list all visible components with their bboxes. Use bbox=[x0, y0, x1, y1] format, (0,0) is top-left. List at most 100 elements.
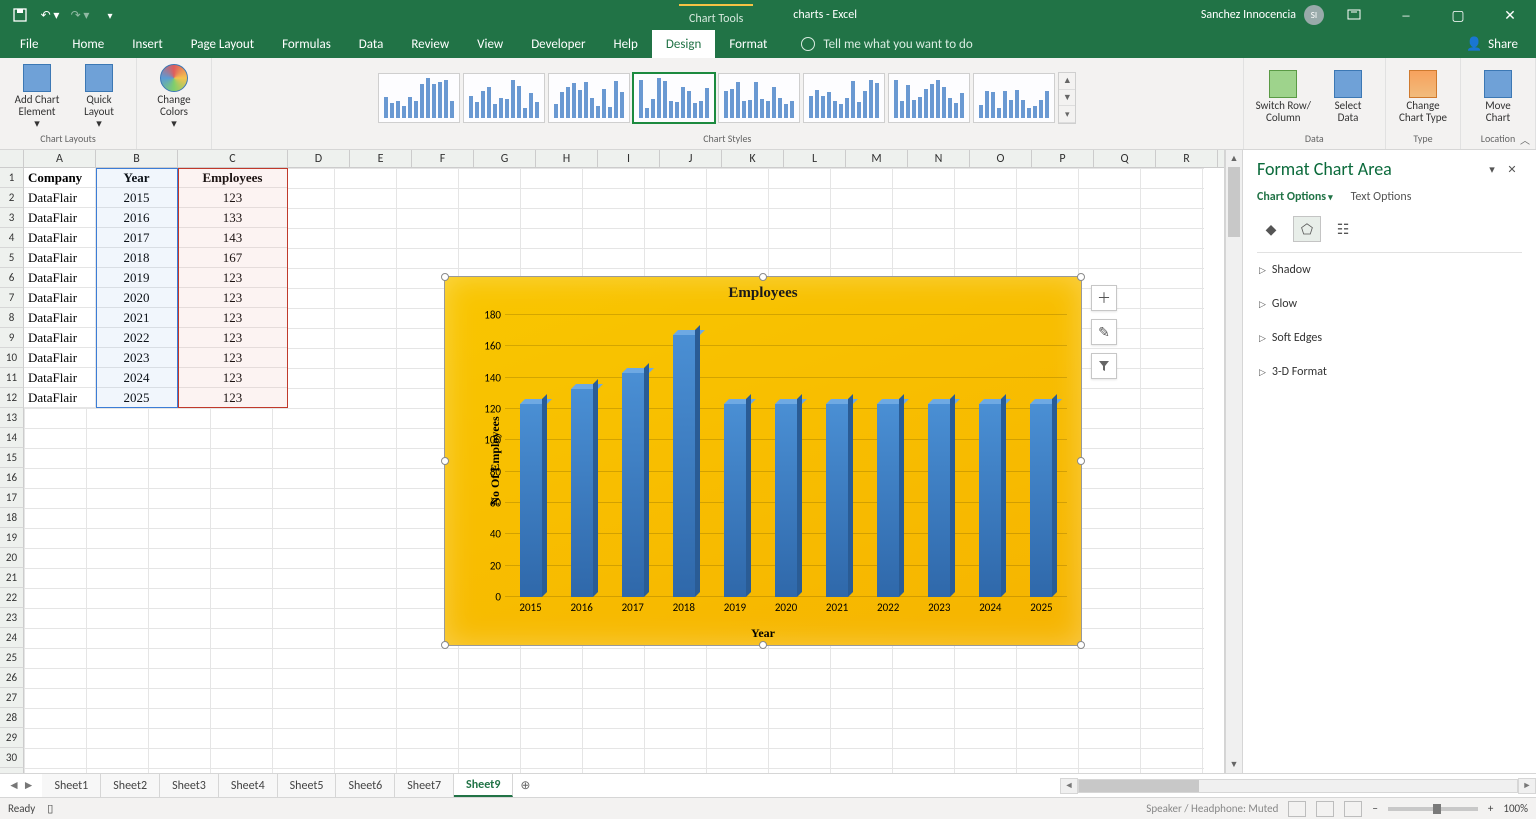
column-header[interactable]: M bbox=[846, 150, 908, 167]
chart-style-thumb[interactable] bbox=[888, 73, 970, 123]
pane-section[interactable]: Shadow bbox=[1257, 253, 1522, 287]
zoom-level[interactable]: 100% bbox=[1503, 802, 1528, 815]
column-header[interactable]: Q bbox=[1094, 150, 1156, 167]
chart-bar[interactable] bbox=[1030, 404, 1052, 597]
tab-developer[interactable]: Developer bbox=[517, 30, 599, 58]
cell-A4[interactable]: DataFlair bbox=[24, 228, 96, 248]
row-header[interactable]: 4 bbox=[0, 228, 24, 248]
chart-style-thumb[interactable] bbox=[718, 73, 800, 123]
row-header[interactable]: 6 bbox=[0, 268, 24, 288]
row-header[interactable]: 14 bbox=[0, 428, 24, 448]
sheet-tab[interactable]: Sheet2 bbox=[101, 774, 160, 797]
vertical-scrollbar[interactable]: ▲ ▼ bbox=[1225, 150, 1242, 773]
chart-bar[interactable] bbox=[877, 404, 899, 597]
tab-format[interactable]: Format bbox=[715, 30, 781, 58]
row-header[interactable]: 20 bbox=[0, 548, 24, 568]
pane-tab-text-options[interactable]: Text Options bbox=[1351, 190, 1412, 204]
tell-me-search[interactable]: Tell me what you want to do bbox=[781, 30, 972, 58]
chart-elements-button[interactable]: ＋ bbox=[1091, 285, 1117, 311]
column-header[interactable]: G bbox=[474, 150, 536, 167]
cell-B4[interactable]: 2017 bbox=[96, 228, 178, 248]
cell-C12[interactable]: 123 bbox=[178, 388, 288, 408]
cell-A1[interactable]: Company bbox=[24, 168, 96, 188]
row-header[interactable]: 13 bbox=[0, 408, 24, 428]
cell-A3[interactable]: DataFlair bbox=[24, 208, 96, 228]
size-properties-icon[interactable]: ☷ bbox=[1329, 216, 1357, 242]
resize-handle[interactable] bbox=[759, 641, 767, 649]
sheet-tab[interactable]: Sheet5 bbox=[278, 774, 337, 797]
cell-C6[interactable]: 123 bbox=[178, 268, 288, 288]
page-break-view-icon[interactable] bbox=[1344, 801, 1362, 817]
cell-C7[interactable]: 123 bbox=[178, 288, 288, 308]
resize-handle[interactable] bbox=[1077, 457, 1085, 465]
change-chart-type-button[interactable]: Change Chart Type bbox=[1396, 68, 1450, 126]
cell-C4[interactable]: 143 bbox=[178, 228, 288, 248]
scroll-thumb[interactable] bbox=[1228, 167, 1240, 237]
resize-handle[interactable] bbox=[441, 273, 449, 281]
chart-plot-area[interactable]: 0204060801001201401601802015201620172018… bbox=[505, 315, 1067, 597]
row-header[interactable]: 16 bbox=[0, 468, 24, 488]
row-header[interactable]: 8 bbox=[0, 308, 24, 328]
row-header[interactable]: 15 bbox=[0, 448, 24, 468]
cell-A5[interactable]: DataFlair bbox=[24, 248, 96, 268]
pane-tab-chart-options[interactable]: Chart Options bbox=[1257, 190, 1333, 204]
row-header[interactable]: 26 bbox=[0, 668, 24, 688]
zoom-slider[interactable] bbox=[1388, 807, 1478, 811]
embedded-chart[interactable]: Employees No Of Employees Year 020406080… bbox=[444, 276, 1082, 646]
page-layout-view-icon[interactable] bbox=[1316, 801, 1334, 817]
fill-line-icon[interactable]: ◆ bbox=[1257, 216, 1285, 242]
normal-view-icon[interactable] bbox=[1288, 801, 1306, 817]
column-header[interactable]: A bbox=[24, 150, 96, 167]
tab-design[interactable]: Design bbox=[652, 30, 715, 58]
chart-bar[interactable] bbox=[622, 373, 644, 597]
row-header[interactable]: 3 bbox=[0, 208, 24, 228]
cell-C3[interactable]: 133 bbox=[178, 208, 288, 228]
column-header[interactable]: B bbox=[96, 150, 178, 167]
cell-A11[interactable]: DataFlair bbox=[24, 368, 96, 388]
chart-style-thumb[interactable] bbox=[973, 73, 1055, 123]
tab-view[interactable]: View bbox=[463, 30, 517, 58]
row-header[interactable]: 22 bbox=[0, 588, 24, 608]
add-chart-element-button[interactable]: Add Chart Element ▾ bbox=[10, 62, 64, 132]
resize-handle[interactable] bbox=[441, 641, 449, 649]
column-header[interactable]: K bbox=[722, 150, 784, 167]
cell-B11[interactable]: 2024 bbox=[96, 368, 178, 388]
column-header[interactable]: D bbox=[288, 150, 350, 167]
redo-icon[interactable]: ↷ ▾ bbox=[66, 3, 94, 27]
pane-close-icon[interactable]: ✕ bbox=[1502, 159, 1522, 179]
cell-B3[interactable]: 2016 bbox=[96, 208, 178, 228]
row-header[interactable]: 23 bbox=[0, 608, 24, 628]
cell-A8[interactable]: DataFlair bbox=[24, 308, 96, 328]
cell-B2[interactable]: 2015 bbox=[96, 188, 178, 208]
row-header[interactable]: 9 bbox=[0, 328, 24, 348]
switch-row-column-button[interactable]: Switch Row/ Column bbox=[1254, 68, 1313, 126]
collapse-ribbon-icon[interactable]: ︿ bbox=[1520, 132, 1530, 147]
chart-style-thumb[interactable] bbox=[463, 73, 545, 123]
resize-handle[interactable] bbox=[759, 273, 767, 281]
gallery-scroll[interactable]: ▲▼▾ bbox=[1058, 72, 1076, 124]
sheet-tab[interactable]: Sheet1 bbox=[42, 774, 101, 797]
row-header[interactable]: 24 bbox=[0, 628, 24, 648]
tab-file[interactable]: File bbox=[0, 30, 58, 58]
chart-bar[interactable] bbox=[571, 389, 593, 597]
share-button[interactable]: 👤 Share bbox=[1448, 30, 1536, 58]
minimize-button[interactable]: ─ bbox=[1384, 1, 1428, 29]
horizontal-scrollbar[interactable] bbox=[1078, 779, 1518, 793]
cell-A2[interactable]: DataFlair bbox=[24, 188, 96, 208]
resize-handle[interactable] bbox=[1077, 273, 1085, 281]
select-all-corner[interactable] bbox=[0, 150, 24, 167]
cell-A10[interactable]: DataFlair bbox=[24, 348, 96, 368]
worksheet-grid[interactable]: ABCDEFGHIJKLMNOPQR 123456789101112131415… bbox=[0, 150, 1225, 773]
tab-home[interactable]: Home bbox=[58, 30, 118, 58]
column-header[interactable]: O bbox=[970, 150, 1032, 167]
cell-C11[interactable]: 123 bbox=[178, 368, 288, 388]
save-icon[interactable] bbox=[6, 3, 34, 27]
zoom-in-icon[interactable]: + bbox=[1488, 802, 1493, 815]
tab-page-layout[interactable]: Page Layout bbox=[177, 30, 268, 58]
pane-section[interactable]: Glow bbox=[1257, 287, 1522, 321]
chart-bar[interactable] bbox=[775, 404, 797, 597]
resize-handle[interactable] bbox=[1077, 641, 1085, 649]
cell-B1[interactable]: Year bbox=[96, 168, 178, 188]
chart-y-axis-label[interactable]: No Of Employees bbox=[488, 416, 503, 505]
column-header[interactable]: J bbox=[660, 150, 722, 167]
